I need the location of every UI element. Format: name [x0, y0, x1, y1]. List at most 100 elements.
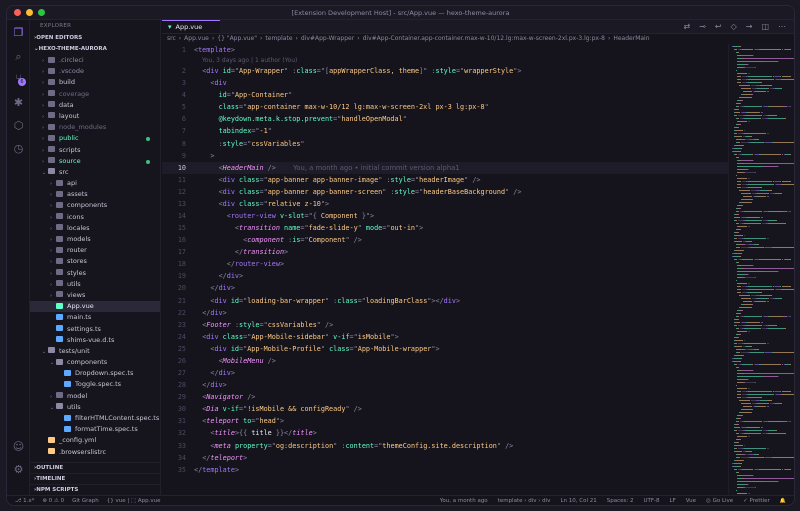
section-outline[interactable]: ›OUTLINE	[30, 462, 160, 473]
code-line[interactable]: 30 <Dia v-if="!isMobile && configReady" …	[162, 403, 732, 415]
status-item[interactable]: Vue	[686, 498, 696, 504]
status-item[interactable]: Ln 10, Col 21	[560, 498, 596, 504]
code-line[interactable]: 35 </template>	[162, 464, 732, 476]
status-item[interactable]: LF	[670, 498, 676, 504]
code-line[interactable]: 4 id="App-Container"	[162, 89, 732, 101]
tree-item[interactable]: filterHTMLContent.spec.ts	[30, 413, 160, 424]
tree-item[interactable]: › build	[30, 77, 160, 88]
code-line[interactable]: 18 </router-view>	[162, 258, 732, 270]
tree-item[interactable]: › assets	[30, 189, 160, 200]
search-icon[interactable]: ⌕	[12, 50, 25, 63]
git-commit-icon[interactable]: ⊸	[699, 22, 706, 31]
code-line[interactable]: 10 <HeaderMain /> You, a month ago • ini…	[162, 161, 732, 174]
status-item[interactable]: Git Graph	[72, 498, 99, 504]
breadcrumb-item[interactable]: HeaderMain	[613, 35, 649, 42]
code-line[interactable]: 6 @keydown.meta.k.stop.prevent="handleOp…	[162, 113, 732, 125]
tree-item[interactable]: › .circleci	[30, 55, 160, 66]
status-item[interactable]: ◎ Go Live	[706, 498, 733, 504]
extensions-icon[interactable]: ⬡	[12, 119, 25, 132]
tree-item[interactable]: Toggle.spec.ts	[30, 379, 160, 390]
account-icon[interactable]: ☺	[12, 440, 25, 453]
tree-item[interactable]: main.ts	[30, 312, 160, 323]
tree-item[interactable]: › locales	[30, 223, 160, 234]
tree-item[interactable]: › models	[30, 234, 160, 245]
source-control-icon[interactable]: ⑂ 6	[12, 72, 26, 86]
status-item[interactable]: You, a month ago	[440, 498, 488, 504]
breadcrumb-item[interactable]: App.vue	[184, 35, 209, 42]
tree-item[interactable]: ⌄ components	[30, 357, 160, 368]
status-item[interactable]: UTF-8	[643, 498, 659, 504]
code-line[interactable]: 15 <transition name="fade-slide-y" mode=…	[162, 222, 732, 234]
status-item[interactable]: ⊗ 0 ⚠ 0	[42, 498, 64, 504]
code-line[interactable]: 5 class="app-container max-w-10/12 lg:ma…	[162, 101, 732, 113]
tree-item[interactable]: › router	[30, 245, 160, 256]
code-line[interactable]: 17 </transition>	[162, 246, 732, 258]
code-line[interactable]: 3 <div	[162, 77, 732, 89]
code-line[interactable]: 28 </div>	[162, 379, 732, 391]
tree-item[interactable]: › .vscode	[30, 66, 160, 77]
code-line[interactable]: 14 <router-view v-slot="{ Component }">	[162, 210, 732, 222]
tree-item[interactable]: ⌄ utils	[30, 402, 160, 413]
tree-item[interactable]: › coverage	[30, 89, 160, 100]
code-line[interactable]: 22 </div>	[162, 307, 732, 319]
code-editor[interactable]: 1 <template> You, 3 days ago | 1 author (Y…	[162, 44, 732, 495]
code-line[interactable]: 19 </div>	[162, 270, 732, 282]
breadcrumb-item[interactable]: template	[265, 35, 292, 42]
notifications-bell-icon[interactable]: 🔔	[780, 498, 786, 504]
open-changes-icon[interactable]: ◇	[731, 22, 737, 31]
codelens-annotation[interactable]: You, 3 days ago | 1 author (You)	[162, 56, 732, 65]
tree-item[interactable]: ⌄ tests/unit	[30, 346, 160, 357]
code-line[interactable]: 21 <div id="loading-bar-wrapper" :class=…	[162, 295, 732, 307]
tree-item[interactable]: › icons	[30, 212, 160, 223]
code-line[interactable]: 31 <teleport to="head">	[162, 415, 732, 427]
section-npm-scripts[interactable]: ›NPM SCRIPTS	[30, 484, 160, 495]
code-line[interactable]: 1 <template>	[162, 44, 732, 56]
code-line[interactable]: 26 <MobileMenu />	[162, 355, 732, 367]
code-line[interactable]: 32 <title>{{ title }}</title>	[162, 427, 732, 439]
navigate-forward-icon[interactable]: →	[746, 22, 753, 31]
tab-app-vue[interactable]: ▾ App.vue	[162, 20, 220, 33]
code-line[interactable]: 24 <div class="App-Mobile-sidebar" v-if=…	[162, 331, 732, 343]
tree-item[interactable]: › model	[30, 391, 160, 402]
status-item[interactable]: Spaces: 2	[607, 498, 634, 504]
code-line[interactable]: 27 </div>	[162, 367, 732, 379]
code-line[interactable]: 25 <div id="App-Mobile-Profile" class="A…	[162, 343, 732, 355]
tree-item[interactable]: › styles	[30, 268, 160, 279]
tree-item[interactable]: › stores	[30, 256, 160, 267]
code-line[interactable]: 11 <div class="app-banner app-banner-ima…	[162, 174, 732, 186]
code-line[interactable]: 7 tabindex="-1"	[162, 125, 732, 137]
status-item[interactable]: {} vue | ⬚ App.vue	[107, 498, 161, 504]
breadcrumb-item[interactable]: {} "App.vue"	[217, 35, 257, 42]
tree-item[interactable]: › scripts	[30, 145, 160, 156]
tree-item[interactable]: Dropdown.spec.ts	[30, 368, 160, 379]
tree-item[interactable]: › layout	[30, 111, 160, 122]
tree-item[interactable]: › source	[30, 156, 160, 167]
code-line[interactable]: 12 <div class="app-banner app-banner-scr…	[162, 186, 732, 198]
git-compare-icon[interactable]: ⇄	[683, 22, 690, 31]
tree-item[interactable]: › utils	[30, 279, 160, 290]
settings-gear-icon[interactable]: ⚙	[12, 463, 25, 476]
tree-item[interactable]: › data	[30, 100, 160, 111]
breadcrumb-item[interactable]: div#App-Wrapper	[301, 35, 354, 42]
code-line[interactable]: 16 <component :is="Component" />	[162, 234, 732, 246]
tree-item[interactable]: App.vue	[30, 301, 160, 313]
tree-item[interactable]: › node_modules	[30, 122, 160, 133]
project-section[interactable]: ⌄HEXO-THEME-AURORA	[30, 44, 160, 55]
code-line[interactable]: 29 <Navigator />	[162, 391, 732, 403]
code-line[interactable]: 34 </teleport>	[162, 452, 732, 464]
tree-item[interactable]: ⌄ src	[30, 167, 160, 178]
code-line[interactable]: 33 <meta property="og:description" :cont…	[162, 440, 732, 452]
tree-item[interactable]: › views	[30, 290, 160, 301]
tree-item[interactable]: formatTime.spec.ts	[30, 424, 160, 435]
minimap[interactable]	[728, 44, 794, 495]
split-editor-icon[interactable]: ◫	[761, 22, 769, 31]
code-line[interactable]: 20 </div>	[162, 282, 732, 294]
open-editors-section[interactable]: ›OPEN EDITORS	[30, 33, 160, 44]
tree-item[interactable]: › api	[30, 178, 160, 189]
debug-icon[interactable]: ✱	[12, 96, 25, 109]
code-line[interactable]: 9 >	[162, 150, 732, 162]
more-actions-icon[interactable]: ⋯	[778, 22, 786, 31]
navigate-back-icon[interactable]: ↩	[715, 22, 722, 31]
tree-item[interactable]: › public	[30, 133, 160, 144]
tree-item[interactable]: _config.yml	[30, 435, 160, 446]
